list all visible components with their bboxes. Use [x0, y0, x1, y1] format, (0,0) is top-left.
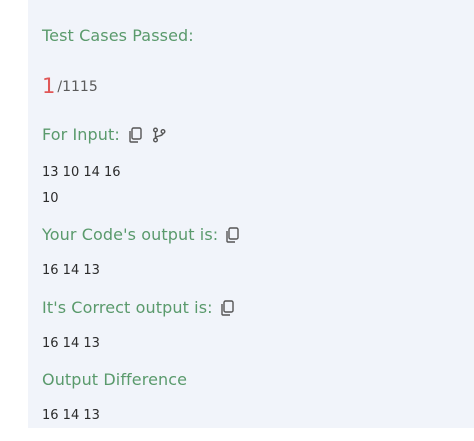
copy-icon[interactable]: [126, 126, 144, 144]
test-cases-heading: Test Cases Passed:: [42, 26, 194, 45]
passed-count: 1: [42, 74, 56, 98]
test-cases-count: 1 /1115: [42, 76, 98, 97]
difference-value: 16 14 13: [42, 408, 100, 423]
difference-text: 16 14 13: [42, 408, 100, 423]
input-line-1: 13 10 14 16: [42, 165, 121, 180]
input-label: For Input:: [42, 125, 120, 144]
your-output-heading: Your Code's output is:: [42, 225, 241, 244]
your-output-label: Your Code's output is:: [42, 225, 219, 244]
correct-output-label: It's Correct output is:: [42, 298, 213, 317]
correct-output-value: 16 14 13: [42, 336, 100, 351]
input-heading: For Input:: [42, 125, 168, 144]
input-line-2-text: 10: [42, 191, 59, 206]
copy-icon[interactable]: [223, 226, 241, 244]
your-output-value: 16 14 13: [42, 263, 100, 278]
branch-icon[interactable]: [150, 126, 168, 144]
copy-icon[interactable]: [218, 299, 236, 317]
correct-output-text: 16 14 13: [42, 336, 100, 351]
difference-label: Output Difference: [42, 370, 188, 389]
input-line-2: 10: [42, 191, 59, 206]
input-line-1-text: 13 10 14 16: [42, 165, 121, 180]
test-cases-label: Test Cases Passed:: [42, 26, 194, 45]
result-panel: [28, 0, 474, 428]
correct-output-heading: It's Correct output is:: [42, 298, 236, 317]
your-output-text: 16 14 13: [42, 263, 100, 278]
difference-heading: Output Difference: [42, 370, 187, 389]
total-count: /1115: [57, 78, 98, 95]
